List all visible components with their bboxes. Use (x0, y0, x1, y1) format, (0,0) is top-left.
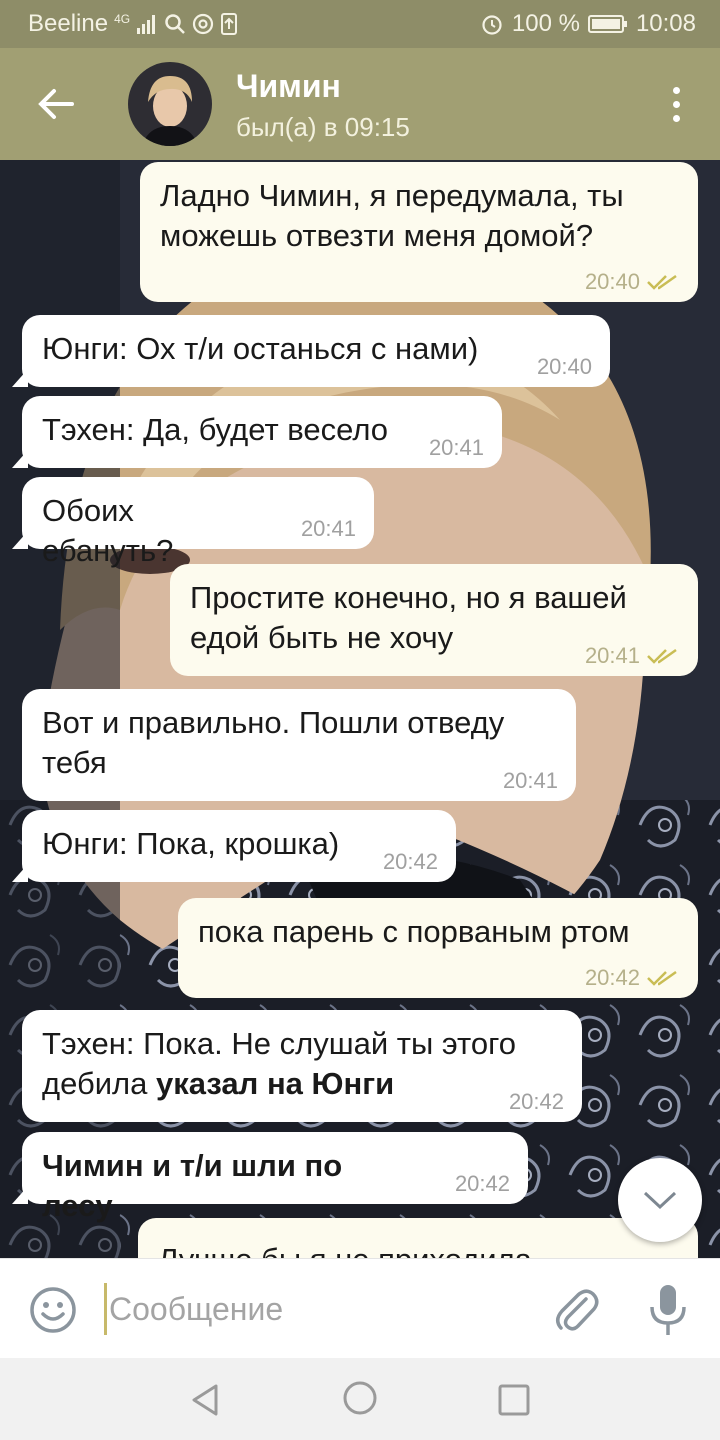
back-button[interactable] (28, 76, 84, 132)
message-text: Ладно Чимин, я передумала, ты можешь отв… (160, 178, 624, 253)
battery-icon (587, 14, 628, 34)
at-sign-icon (192, 13, 214, 35)
message-time: 20:42 (508, 1089, 564, 1114)
message-incoming[interactable]: Вот и правильно. Пошли отведу тебя 20:41 (22, 689, 576, 801)
arrow-left-icon (38, 89, 74, 119)
message-time: 20:40 (584, 269, 640, 294)
scroll-down-button[interactable] (618, 1158, 702, 1242)
triangle-back-icon (192, 1384, 218, 1416)
message-outgoing[interactable]: Простите конечно, но я вашей едой быть н… (170, 564, 698, 676)
message-incoming[interactable]: Юнги: Ох т/и останься с нами) 20:40 (12, 315, 610, 387)
message-bold-text: Чимин и т/и шли по лесу (42, 1148, 343, 1223)
message-time: 20:41 (502, 768, 558, 793)
paperclip-icon (556, 1289, 599, 1331)
upload-icon (220, 13, 238, 35)
message-outgoing[interactable]: Ладно Чимин, я передумала, ты можешь отв… (140, 162, 698, 302)
message-time: 20:42 (454, 1171, 510, 1196)
message-time: 20:42 (584, 965, 640, 990)
nav-back-button[interactable] (186, 1380, 226, 1420)
nav-home-button[interactable] (340, 1378, 380, 1418)
message-input[interactable] (104, 1283, 524, 1335)
double-check-icon (647, 274, 677, 290)
avatar[interactable] (128, 62, 212, 146)
message-outgoing[interactable]: пока парень с порваным ртом 20:42 (178, 898, 698, 998)
message-text: пока парень с порваным ртом (198, 914, 630, 949)
chevron-down-icon (643, 1191, 677, 1210)
message-list[interactable]: Ладно Чимин, я передумала, ты можешь отв… (0, 160, 720, 1258)
message-time: 20:41 (428, 435, 484, 460)
message-bold-text: указал на Юнги (156, 1066, 395, 1101)
chat-header: Чимин был(а) в 09:15 (0, 48, 720, 160)
nav-recents-button[interactable] (494, 1380, 534, 1420)
message-time: 20:41 (584, 643, 640, 668)
more-options-button[interactable] (660, 80, 692, 128)
message-time: 20:40 (536, 354, 592, 379)
circle-home-icon (343, 1381, 377, 1415)
signal-icon (136, 13, 158, 35)
message-incoming[interactable]: Юнги: Пока, крошка) 20:42 (12, 810, 456, 882)
double-check-icon (647, 648, 677, 664)
message-incoming[interactable]: Чимин и т/и шли по лесу 20:42 (12, 1132, 528, 1223)
voice-record-button[interactable] (648, 1283, 688, 1337)
carrier-label: Beeline (28, 10, 109, 37)
double-check-icon (647, 970, 677, 986)
system-navigation-bar (0, 1358, 720, 1440)
alarm-icon (480, 12, 504, 36)
message-text: Юнги: Пока, крошка) (42, 826, 340, 861)
smiley-icon (30, 1287, 76, 1333)
composer-bar (0, 1258, 720, 1358)
square-recents-icon (498, 1384, 530, 1416)
microphone-icon (650, 1285, 686, 1335)
status-bar: Beeline 4G 100 % 10:08 (0, 0, 720, 48)
message-outgoing[interactable]: Лучше бы я не приходила (138, 1218, 698, 1258)
message-text: Вот и правильно. Пошли отведу тебя (42, 705, 505, 780)
more-vert-icon (672, 86, 680, 94)
last-seen-status: был(а) в 09:15 (236, 112, 410, 142)
clock: 10:08 (635, 10, 696, 37)
battery-percent: 100 % (511, 10, 580, 37)
network-type: 4G (114, 12, 131, 26)
message-time: 20:42 (382, 849, 438, 874)
message-time: 20:41 (300, 516, 356, 541)
contact-name: Чимин (236, 68, 341, 104)
message-incoming[interactable]: Обоих ебануть? 20:41 (12, 477, 374, 568)
message-incoming[interactable]: Тэхен: Пока. Не слушай ты этого дебила у… (22, 1010, 582, 1122)
message-text: Юнги: Ох т/и останься с нами) (42, 331, 479, 366)
message-text: Лучше бы я не приходила (158, 1240, 678, 1258)
message-incoming[interactable]: Тэхен: Да, будет весело 20:41 (12, 396, 502, 468)
message-text: Тэхен: Да, будет весело (42, 412, 389, 447)
emoji-button[interactable] (28, 1285, 78, 1335)
search-notification-icon (164, 13, 186, 35)
attach-button[interactable] (552, 1285, 600, 1335)
